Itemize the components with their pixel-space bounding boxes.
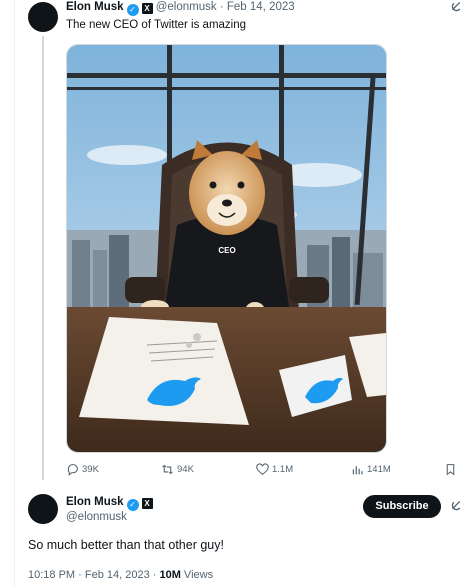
tweet-text: So much better than that other guy! <box>28 538 224 552</box>
retweet-count: 94K <box>177 464 194 475</box>
tweet-header: Elon Musk ✓ X <box>66 496 153 511</box>
tweet-text: The new CEO of Twitter is amazing <box>66 19 247 31</box>
views-icon <box>352 466 363 475</box>
avatar[interactable] <box>28 494 58 524</box>
author-name[interactable]: Elon Musk <box>66 1 124 13</box>
tweet-header: Elon Musk ✓ X @elonmusk · Feb 14, 2023 <box>66 1 295 16</box>
tweet-image[interactable]: CEO <box>66 44 387 453</box>
grok-icon[interactable] <box>450 0 463 16</box>
reply-icon <box>67 464 78 476</box>
like-button[interactable]: 1.1M <box>256 463 293 476</box>
views-total: 10M <box>159 569 181 581</box>
retweet-button[interactable]: 94K <box>161 463 194 476</box>
subscribe-button[interactable]: Subscribe <box>363 495 441 518</box>
timeline-border <box>14 0 15 587</box>
x-logo-icon: X <box>141 498 153 509</box>
like-count: 1.1M <box>272 464 294 475</box>
thread-line <box>42 36 44 480</box>
reply-button[interactable]: 39K <box>66 463 99 476</box>
views-button[interactable]: 141M <box>351 463 391 476</box>
author-name[interactable]: Elon Musk <box>66 496 124 508</box>
views-label: Views <box>180 569 214 581</box>
tweet-meta: 10:18 PM · Feb 14, 2023 · 10M Views <box>28 569 213 581</box>
hoodie-label: CEO <box>218 246 235 255</box>
reply-count: 39K <box>82 464 99 475</box>
tweet-timestamp[interactable]: 10:18 PM · Feb 14, 2023 · <box>28 569 159 581</box>
author-handle[interactable]: @elonmusk <box>156 1 217 13</box>
tweet-date[interactable]: Feb 14, 2023 <box>227 1 295 13</box>
like-icon <box>256 463 269 476</box>
author-handle[interactable]: @elonmusk <box>66 511 127 523</box>
verified-badge-icon: ✓ <box>126 499 139 511</box>
bookmark-icon <box>446 464 455 476</box>
x-logo-icon: X <box>141 3 153 14</box>
views-count: 141M <box>367 464 391 475</box>
separator: · <box>219 1 224 13</box>
grok-icon[interactable] <box>450 499 463 515</box>
retweet-icon <box>162 464 173 475</box>
avatar[interactable] <box>28 2 58 32</box>
bookmark-button[interactable] <box>444 463 457 476</box>
verified-badge-icon: ✓ <box>126 4 139 16</box>
